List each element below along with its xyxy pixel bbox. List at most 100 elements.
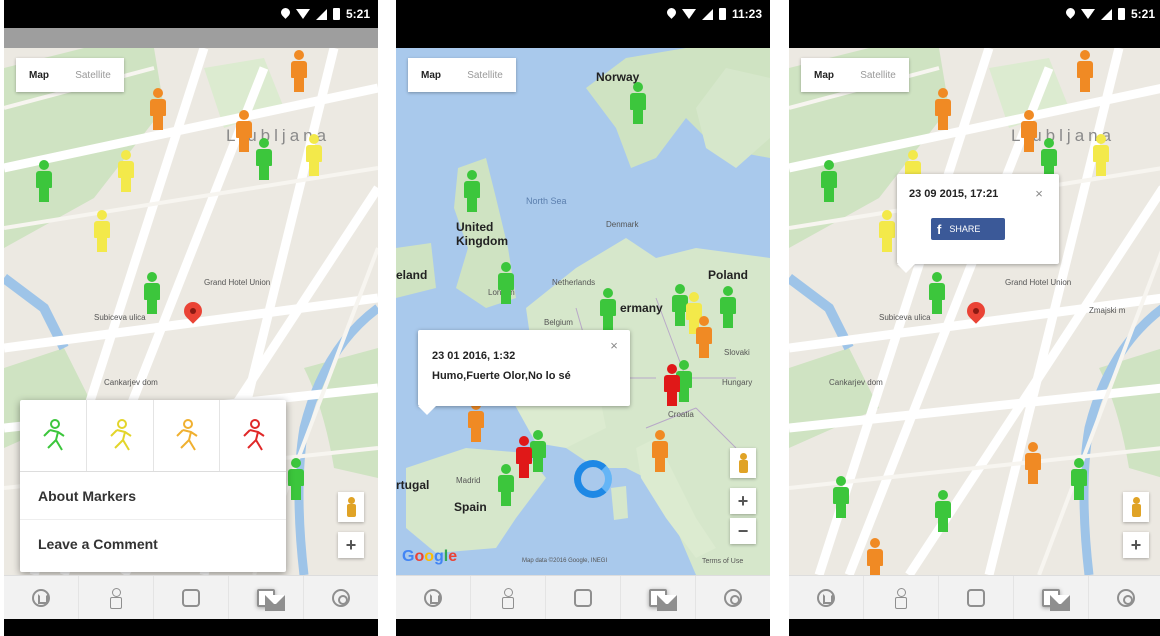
map-type-toggle[interactable]: Map Satellite bbox=[16, 58, 124, 92]
nav-markers[interactable] bbox=[79, 576, 154, 619]
marker-green[interactable] bbox=[498, 262, 514, 304]
marker-green[interactable] bbox=[600, 288, 616, 330]
leave-comment-item[interactable]: Leave a Comment bbox=[20, 520, 286, 568]
marker-orange[interactable] bbox=[1077, 50, 1093, 92]
about-markers-item[interactable]: About Markers bbox=[20, 472, 286, 520]
marker-orange[interactable] bbox=[935, 88, 951, 130]
map-type-toggle[interactable]: Map Satellite bbox=[408, 58, 516, 92]
zoom-in-button[interactable]: + bbox=[1123, 532, 1149, 558]
marker-yellow[interactable] bbox=[879, 210, 895, 252]
marker-orange[interactable] bbox=[652, 430, 668, 472]
marker-green[interactable] bbox=[464, 170, 480, 212]
info-date: 23 01 2016, 1:32 bbox=[432, 350, 516, 362]
location-icon bbox=[1066, 8, 1075, 20]
zoom-in-button[interactable]: + bbox=[730, 488, 756, 514]
marker-green[interactable] bbox=[833, 476, 849, 518]
marker-green[interactable] bbox=[530, 430, 546, 472]
nav-info[interactable] bbox=[621, 576, 696, 619]
marker-orange[interactable] bbox=[291, 50, 307, 92]
marker-type-yellow[interactable] bbox=[87, 400, 154, 471]
marker-orange[interactable] bbox=[150, 88, 166, 130]
marker-orange[interactable] bbox=[236, 110, 252, 152]
battery-icon bbox=[332, 8, 340, 20]
close-icon[interactable]: × bbox=[1033, 187, 1045, 200]
marker-green[interactable] bbox=[720, 286, 736, 328]
close-icon[interactable]: × bbox=[608, 339, 620, 352]
location-pin-icon[interactable] bbox=[965, 302, 987, 332]
marker-yellow[interactable] bbox=[306, 134, 322, 176]
marker-type-red[interactable] bbox=[220, 400, 286, 471]
marker-type-green[interactable] bbox=[20, 400, 87, 471]
marker-green[interactable] bbox=[256, 138, 272, 180]
terms-link[interactable]: Terms of Use bbox=[702, 558, 743, 565]
marker-green[interactable] bbox=[144, 272, 160, 314]
marker-green[interactable] bbox=[935, 490, 951, 532]
nav-markers[interactable] bbox=[864, 576, 939, 619]
zoom-out-button[interactable]: − bbox=[730, 518, 756, 544]
marker-red[interactable] bbox=[516, 436, 532, 478]
map-type-satellite[interactable]: Satellite bbox=[847, 70, 909, 81]
country-label-slovakia: Slovaki bbox=[724, 348, 750, 357]
zoom-in-button[interactable]: + bbox=[338, 532, 364, 558]
marker-green[interactable] bbox=[821, 160, 837, 202]
home-icon bbox=[32, 588, 50, 607]
status-time: 5:21 bbox=[345, 7, 370, 21]
bottom-nav bbox=[4, 575, 378, 619]
marker-green[interactable] bbox=[1071, 458, 1087, 500]
marker-person-icon bbox=[108, 587, 124, 609]
nav-settings[interactable] bbox=[696, 576, 770, 619]
nav-home[interactable] bbox=[396, 576, 471, 619]
battery-icon bbox=[1117, 8, 1125, 20]
map-view[interactable]: Map Satellite Norway North Sea Denmark U… bbox=[396, 48, 770, 575]
map-type-satellite[interactable]: Satellite bbox=[454, 70, 516, 81]
map-view[interactable]: Map Satellite Ljubljana Grand Hotel Unio… bbox=[789, 48, 1160, 575]
marker-green[interactable] bbox=[630, 82, 646, 124]
map-view[interactable]: Map Satellite Ljubljana Grand Hotel Unio… bbox=[4, 48, 378, 575]
map-type-map[interactable]: Map bbox=[408, 70, 454, 81]
marker-green[interactable] bbox=[498, 464, 514, 506]
marker-green[interactable] bbox=[36, 160, 52, 202]
nav-info[interactable] bbox=[1014, 576, 1089, 619]
map-type-toggle[interactable]: Map Satellite bbox=[801, 58, 909, 92]
nav-settings[interactable] bbox=[1089, 576, 1160, 619]
marker-orange[interactable] bbox=[1025, 442, 1041, 484]
info-icon bbox=[257, 588, 285, 611]
nav-shirt[interactable] bbox=[546, 576, 621, 619]
marker-orange[interactable] bbox=[468, 400, 484, 442]
marker-info-window: 23 01 2016, 1:32 Humo,Fuerte Olor,No lo … bbox=[418, 330, 630, 415]
street-view-pegman-icon[interactable] bbox=[730, 448, 756, 478]
location-pin-icon[interactable] bbox=[182, 302, 204, 332]
system-nav-bar bbox=[4, 619, 378, 636]
marker-yellow[interactable] bbox=[1093, 134, 1109, 176]
country-label-hungary: Hungary bbox=[722, 378, 753, 387]
map-type-satellite[interactable]: Satellite bbox=[62, 70, 124, 81]
nav-shirt[interactable] bbox=[939, 576, 1014, 619]
country-label-poland: Poland bbox=[708, 268, 749, 282]
facebook-share-button[interactable]: f SHARE bbox=[931, 218, 1005, 240]
marker-yellow[interactable] bbox=[94, 210, 110, 252]
nav-markers[interactable] bbox=[471, 576, 546, 619]
map-type-map[interactable]: Map bbox=[16, 70, 62, 81]
marker-green[interactable] bbox=[929, 272, 945, 314]
marker-green[interactable] bbox=[288, 458, 304, 500]
nav-info[interactable] bbox=[229, 576, 304, 619]
marker-yellow[interactable] bbox=[118, 150, 134, 192]
nav-shirt[interactable] bbox=[154, 576, 229, 619]
marker-orange[interactable] bbox=[1021, 110, 1037, 152]
marker-red[interactable] bbox=[664, 364, 680, 406]
country-label-spain: Spain bbox=[454, 500, 487, 514]
nav-home[interactable] bbox=[789, 576, 864, 619]
country-label-netherlands: Netherlands bbox=[552, 278, 596, 287]
map-type-map[interactable]: Map bbox=[801, 70, 847, 81]
marker-type-orange[interactable] bbox=[154, 400, 221, 471]
street-label: Cankarjev dom bbox=[104, 378, 158, 387]
nav-home[interactable] bbox=[4, 576, 79, 619]
signal-icon bbox=[701, 8, 713, 20]
country-label-uk: United Kingdom bbox=[456, 220, 508, 248]
marker-orange[interactable] bbox=[696, 316, 712, 358]
marker-orange[interactable] bbox=[867, 538, 883, 575]
street-view-pegman-icon[interactable] bbox=[1123, 492, 1149, 522]
nav-settings[interactable] bbox=[304, 576, 378, 619]
street-label: Subiceva ulica bbox=[94, 313, 146, 322]
street-view-pegman-icon[interactable] bbox=[338, 492, 364, 522]
